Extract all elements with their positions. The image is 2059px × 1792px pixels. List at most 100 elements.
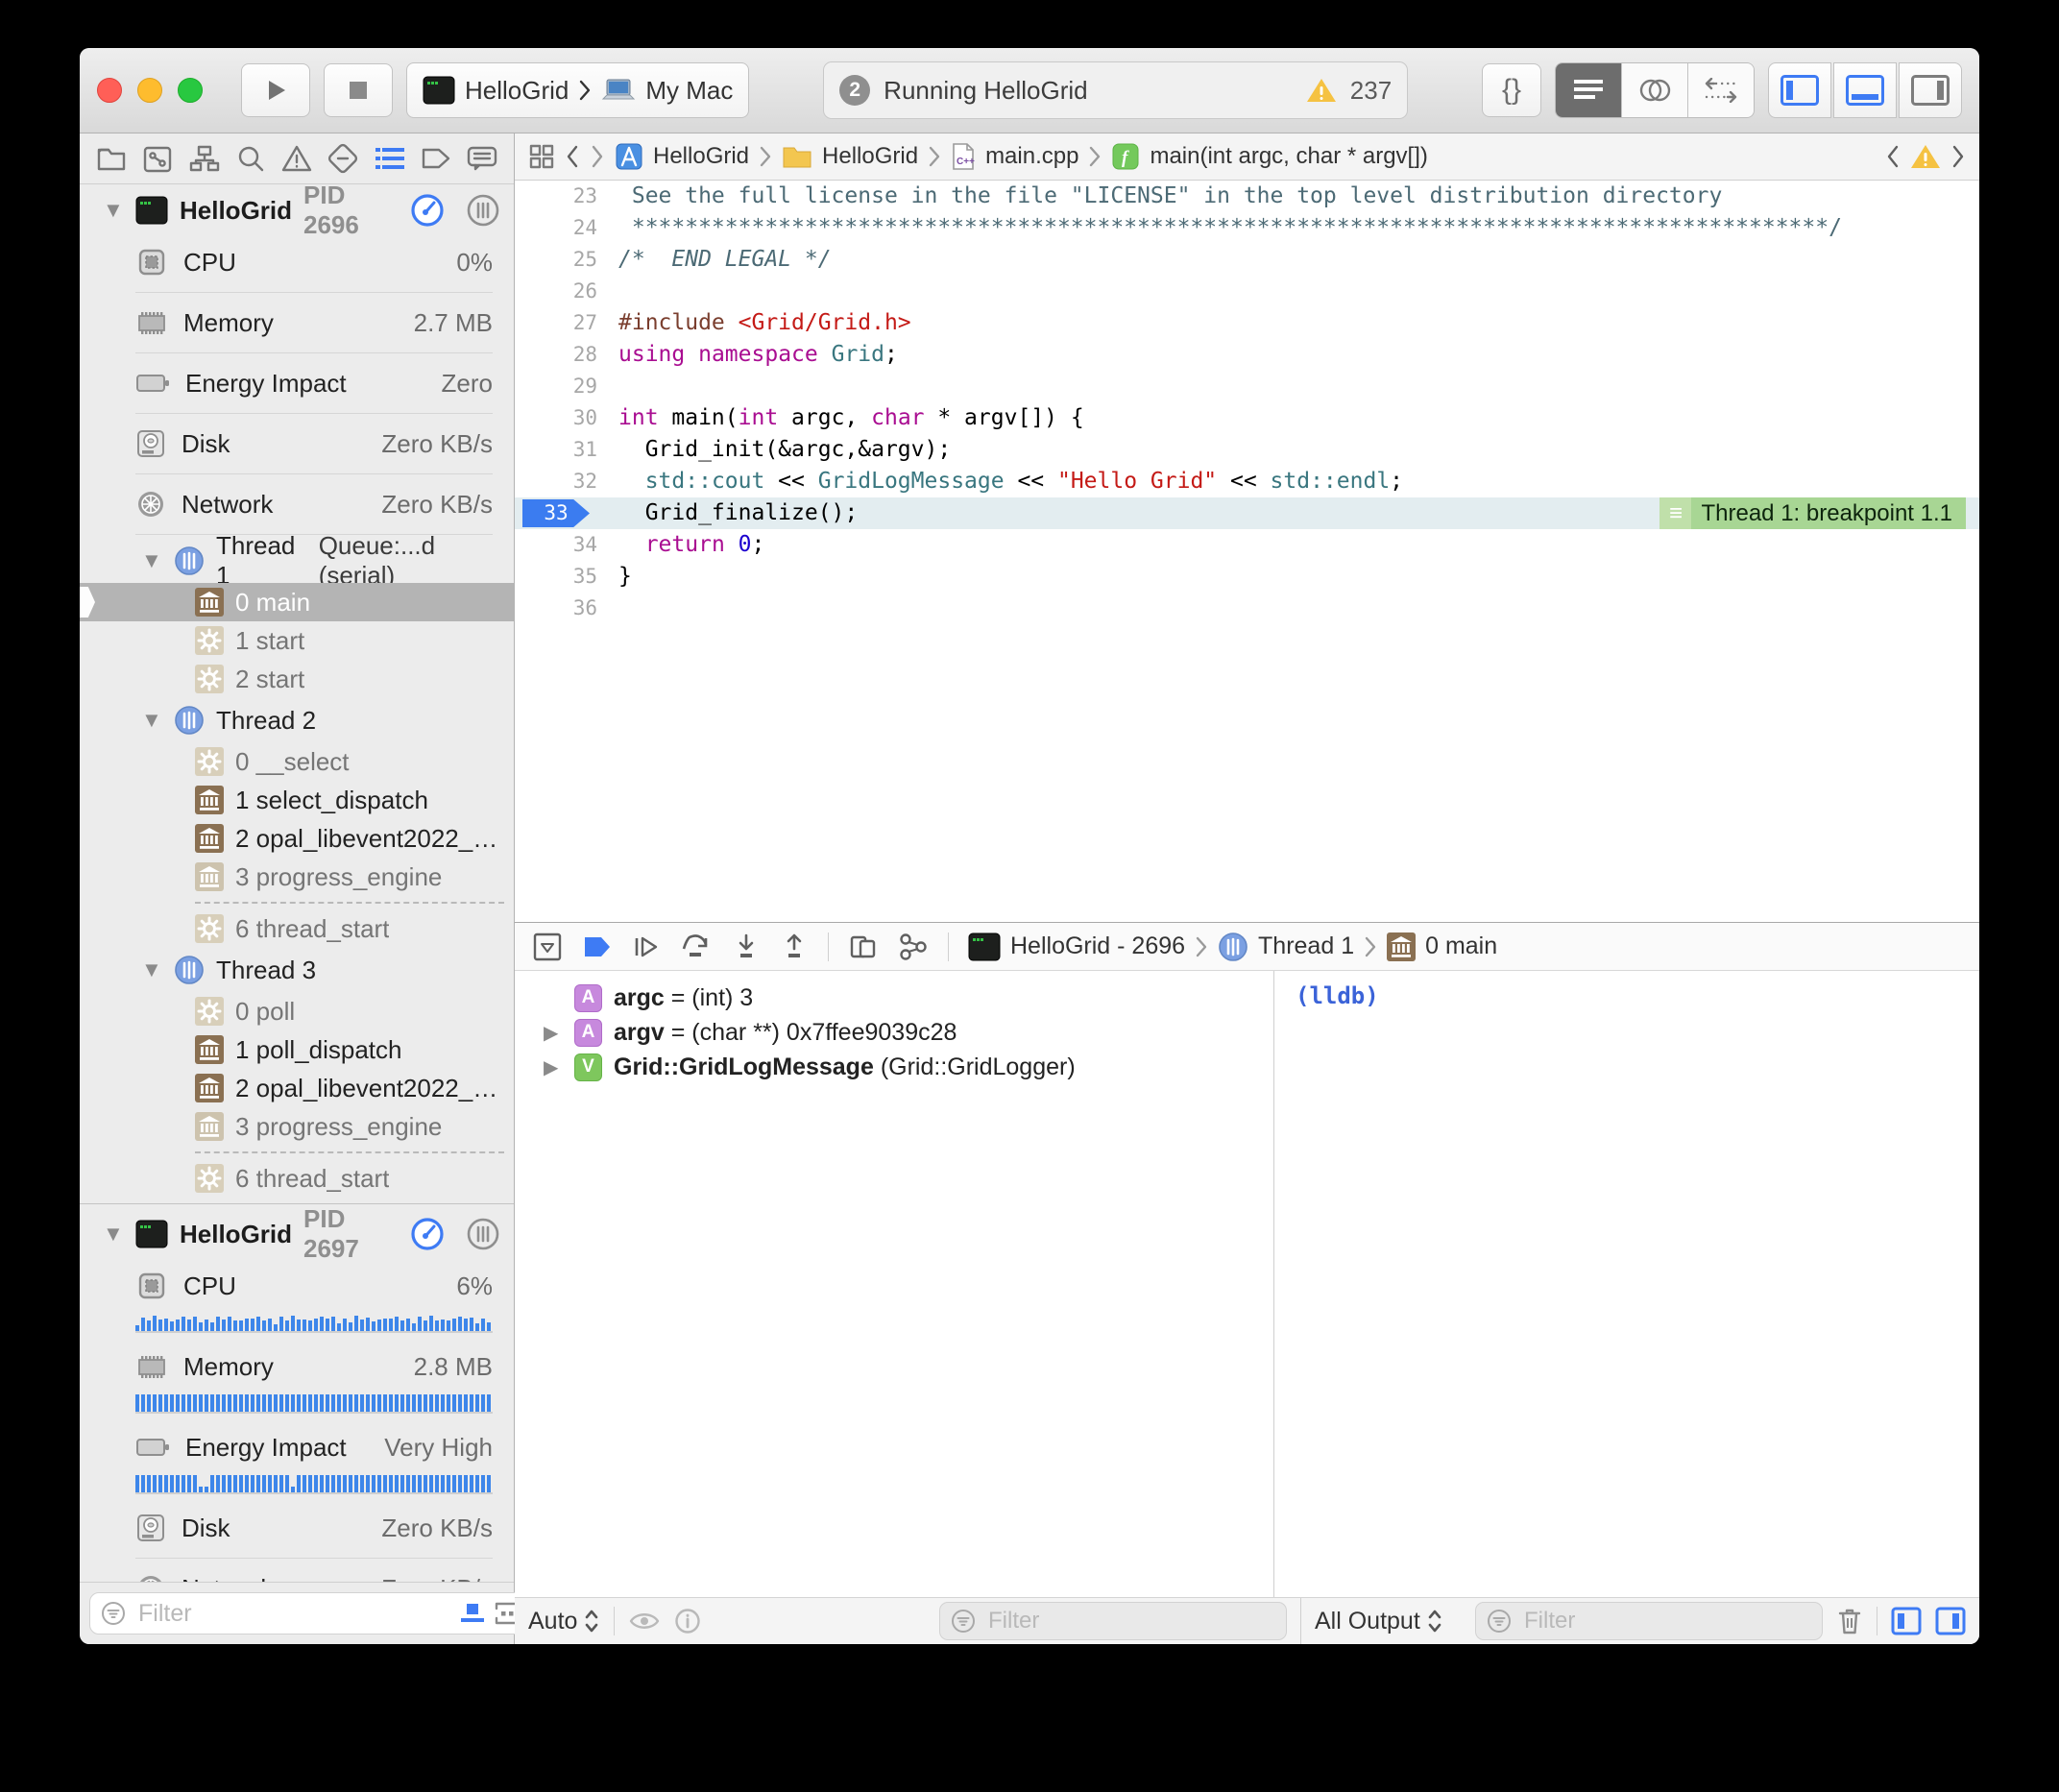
navigator-tab-symbols-icon[interactable]	[188, 142, 221, 175]
step-into-icon[interactable]	[732, 932, 761, 961]
disclosure-triangle[interactable]: ▶	[544, 1055, 563, 1079]
code-line-36[interactable]: 36	[515, 593, 1979, 624]
line-number[interactable]: 29	[515, 371, 618, 402]
navigator-tab-source-control-icon[interactable]	[141, 142, 174, 175]
line-number[interactable]: 30	[515, 402, 618, 434]
code-line-33[interactable]: 33 Grid_finalize();≡Thread 1: breakpoint…	[515, 497, 1979, 529]
navigator-tab-reports-icon[interactable]	[466, 142, 498, 175]
standard-editor-button[interactable]	[1556, 63, 1621, 117]
gauge-row-memory[interactable]: Memory 2.7 MB	[80, 297, 514, 349]
disclosure-triangle[interactable]: ▼	[141, 957, 162, 982]
view-hierarchy-icon[interactable]	[848, 932, 879, 961]
toggle-variables-view-icon[interactable]	[1891, 1607, 1922, 1635]
clear-console-icon[interactable]	[1836, 1606, 1863, 1636]
thread-header[interactable]: ▼ Thread 3	[80, 948, 514, 992]
stack-frame-row[interactable]: 0 main	[80, 583, 514, 621]
line-number[interactable]: 23	[515, 181, 618, 212]
disclosure-triangle[interactable]: ▼	[141, 548, 162, 573]
pause-process-icon[interactable]	[466, 1217, 500, 1251]
stack-frame-row[interactable]: 2 start	[80, 660, 514, 698]
gauge-row-disk[interactable]: Disk Zero KB/s	[80, 418, 514, 470]
code-line-25[interactable]: 25/* END LEGAL */	[515, 244, 1979, 276]
issue-warning-icon[interactable]	[1910, 143, 1941, 170]
source-editor[interactable]: 23 See the full license in the file "LIC…	[515, 181, 1979, 922]
stack-frame-row[interactable]: 2 opal_libevent2022_ev...	[80, 819, 514, 858]
navigator-tab-tests-icon[interactable]	[327, 142, 359, 175]
pause-process-icon[interactable]	[466, 193, 500, 228]
gauge-row-network[interactable]: Network Zero KB/s	[80, 1562, 514, 1582]
stack-frame-row[interactable]: 2 opal_libevent2022_ev...	[80, 1069, 514, 1107]
line-number[interactable]: 28	[515, 339, 618, 371]
show-running-blocks-icon[interactable]	[459, 1601, 486, 1626]
gauge-row-memory[interactable]: Memory 2.8 MB	[80, 1341, 514, 1392]
navigator-tab-breakpoints-icon[interactable]	[420, 142, 452, 175]
line-number[interactable]: 32	[515, 466, 618, 497]
toggle-navigator-button[interactable]	[1768, 62, 1831, 118]
code-line-31[interactable]: 31 Grid_init(&argc,&argv);	[515, 434, 1979, 466]
code-line-23[interactable]: 23 See the full license in the file "LIC…	[515, 181, 1979, 212]
gauges-button-icon[interactable]	[410, 193, 445, 228]
navigator-tab-issues-icon[interactable]	[280, 142, 313, 175]
breakpoint-annotation[interactable]: ≡Thread 1: breakpoint 1.1	[1659, 497, 1966, 529]
disclosure-triangle[interactable]: ▶	[544, 1021, 563, 1045]
prev-issue-icon[interactable]	[1885, 144, 1901, 169]
line-number[interactable]: 25	[515, 244, 618, 276]
info-icon[interactable]	[674, 1608, 701, 1635]
disclosure-triangle[interactable]: ▼	[103, 198, 124, 223]
navigator-tab-project-icon[interactable]	[95, 142, 128, 175]
code-line-24[interactable]: 24 *************************************…	[515, 212, 1979, 244]
close-button[interactable]	[97, 78, 122, 103]
assistant-editor-button[interactable]	[1621, 63, 1687, 117]
code-line-34[interactable]: 34 return 0;	[515, 529, 1979, 561]
jumpbar-item-group[interactable]: HelloGrid	[822, 143, 918, 170]
breakpoints-toggle-icon[interactable]	[582, 933, 613, 960]
step-out-icon[interactable]	[780, 932, 809, 961]
gauge-row-cpu[interactable]: CPU 0%	[80, 236, 514, 288]
quicklook-icon[interactable]	[628, 1609, 661, 1634]
console-filter-input[interactable]	[1522, 1607, 1824, 1635]
thread-header[interactable]: ▼ Thread 2	[80, 698, 514, 742]
jumpbar-item-symbol[interactable]: main(int argc, char * argv[])	[1150, 143, 1427, 170]
stack-frame-row[interactable]: 1 select_dispatch	[80, 781, 514, 819]
code-line-26[interactable]: 26	[515, 276, 1979, 307]
go-back-icon[interactable]	[565, 144, 580, 169]
crumb-thread[interactable]: Thread 1	[1258, 932, 1354, 960]
toggle-debug-area-button[interactable]	[1833, 62, 1897, 118]
warning-count[interactable]: 237	[1350, 76, 1392, 106]
toggle-console-view-icon[interactable]	[1935, 1607, 1966, 1635]
stack-frame-row[interactable]: 6 thread_start	[80, 1159, 514, 1198]
stop-button[interactable]	[324, 63, 393, 117]
navigator-tab-find-icon[interactable]	[234, 142, 267, 175]
hide-debug-area-icon[interactable]	[532, 932, 563, 962]
disclosure-triangle[interactable]: ▼	[103, 1222, 124, 1247]
run-button[interactable]	[241, 63, 310, 117]
memory-graph-icon[interactable]	[898, 932, 929, 961]
gauge-row-disk[interactable]: Disk Zero KB/s	[80, 1502, 514, 1554]
code-line-30[interactable]: 30int main(int argc, char * argv[]) {	[515, 402, 1979, 434]
process-header[interactable]: ▼ HelloGrid PID 2696	[80, 184, 514, 236]
navigator-filter-input[interactable]	[136, 1599, 449, 1629]
line-number[interactable]: 36	[515, 593, 618, 624]
version-editor-button[interactable]	[1687, 63, 1754, 117]
gauges-button-icon[interactable]	[410, 1217, 445, 1251]
variable-row[interactable]: ▶ V Grid::GridLogMessage (Grid::GridLogg…	[515, 1050, 1273, 1084]
stack-frame-row[interactable]: 3 progress_engine	[80, 1107, 514, 1146]
crumb-process[interactable]: HelloGrid - 2696	[1010, 932, 1185, 960]
disclosure-triangle[interactable]: ▼	[141, 708, 162, 733]
console-scope-select[interactable]: All Output	[1315, 1608, 1443, 1635]
related-items-icon[interactable]	[528, 143, 555, 170]
step-over-icon[interactable]	[680, 932, 713, 961]
navigator-tab-debug-icon[interactable]	[374, 142, 406, 175]
variables-filter-input[interactable]	[986, 1607, 1288, 1635]
zoom-button[interactable]	[178, 78, 203, 103]
minimize-button[interactable]	[137, 78, 162, 103]
stack-frame-row[interactable]: 0 __select	[80, 742, 514, 781]
variable-row[interactable]: A argc = (int) 3	[515, 981, 1273, 1015]
variables-view[interactable]: A argc = (int) 3▶ A argv = (char **) 0x7…	[515, 971, 1273, 1597]
line-number[interactable]: 27	[515, 307, 618, 339]
stack-frame-row[interactable]: 1 poll_dispatch	[80, 1030, 514, 1069]
stack-frame-row[interactable]: 3 progress_engine	[80, 858, 514, 896]
stack-frame-row[interactable]: 6 thread_start	[80, 909, 514, 948]
code-line-32[interactable]: 32 std::cout << GridLogMessage << "Hello…	[515, 466, 1979, 497]
continue-icon[interactable]	[632, 932, 661, 961]
